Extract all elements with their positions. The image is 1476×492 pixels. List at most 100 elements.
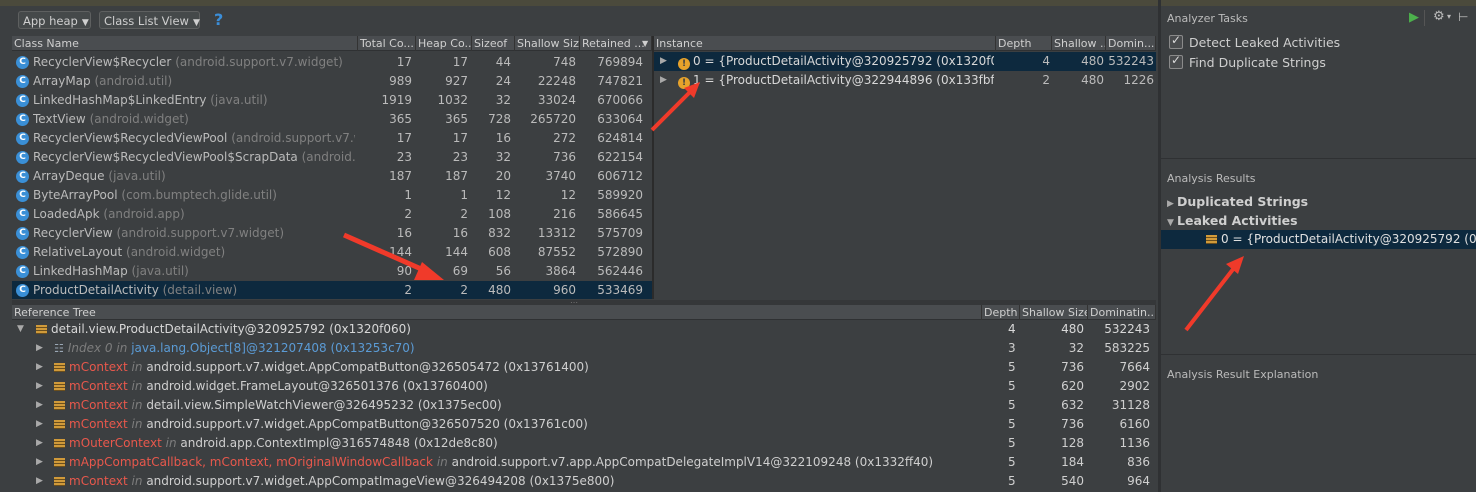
collapsed-arrow-icon[interactable]: ▶ xyxy=(36,396,46,415)
reference-field: mOuterContext xyxy=(69,436,162,450)
cell-sizeof: 480 xyxy=(488,283,511,297)
collapsed-arrow-icon[interactable]: ▶ xyxy=(36,415,46,434)
class-row[interactable]: C RecyclerView$RecycledViewPool$ScrapData… xyxy=(12,148,652,167)
class-row[interactable]: C RecyclerView$Recycler (android.support.… xyxy=(12,53,652,72)
class-row[interactable]: C RecyclerView$RecycledViewPool (android.… xyxy=(12,129,652,148)
collapsed-arrow-icon[interactable]: ▶ xyxy=(36,377,46,396)
reference-row[interactable]: ▶ mContext in detail.view.SimpleWatchView… xyxy=(12,396,1156,415)
cell-shallow: 3864 xyxy=(545,264,576,278)
class-row[interactable]: C RecyclerView (android.support.v7.widget… xyxy=(12,224,652,243)
cell-retained: 633064 xyxy=(597,112,643,126)
class-table: C RecyclerView$Recycler (android.support.… xyxy=(12,51,652,299)
cell-retained: 572890 xyxy=(597,245,643,259)
class-row[interactable]: C LoadedApk (android.app) 2 2 108 216 586645 xyxy=(12,205,652,224)
cell-dominating: 2902 xyxy=(1119,379,1150,393)
reference-root-row[interactable]: ▼ detail.view.ProductDetailActivity@32092… xyxy=(12,320,1156,339)
reference-row[interactable]: ▶ mContext in android.support.v7.widget.A… xyxy=(12,358,1156,377)
reference-row[interactable]: ▶ ☷ Index 0 in java.lang.Object[8]@3212074… xyxy=(12,339,1156,358)
class-row[interactable]: C ByteArrayPool (com.bumptech.glide.util)… xyxy=(12,186,652,205)
reference-row[interactable]: ▶ mContext in android.support.v7.widget.A… xyxy=(12,415,1156,434)
object-icon xyxy=(54,477,65,486)
reference-row[interactable]: ▶ mOuterContext in android.app.ContextImp… xyxy=(12,434,1156,453)
help-icon[interactable]: ? xyxy=(214,10,223,29)
collapsed-arrow-icon[interactable]: ▶ xyxy=(660,52,670,71)
heap-select[interactable]: App heap ▼ xyxy=(18,11,91,29)
cell-sizeof: 20 xyxy=(495,169,511,183)
task-find-duplicate-strings[interactable]: Find Duplicate Strings xyxy=(1169,53,1326,70)
expanded-arrow-icon: ▼ xyxy=(1167,218,1174,228)
cell-depth: 4 xyxy=(1042,54,1050,68)
class-name: ArrayMap xyxy=(33,74,91,88)
instance-row[interactable]: ▶! 0 = {ProductDetailActivity@320925792 (… xyxy=(654,52,1156,71)
task-detect-leaked-activities[interactable]: Detect Leaked Activities xyxy=(1169,33,1340,50)
result-label: Duplicated Strings xyxy=(1177,194,1309,209)
class-row[interactable]: C TextView (android.widget) 365 365 728 26572… xyxy=(12,110,652,129)
column-header: Shallow Size xyxy=(1022,305,1088,320)
class-row[interactable]: C ProductDetailActivity (detail.view) 2 2 48… xyxy=(12,281,652,299)
class-package: (java.util) xyxy=(108,169,166,183)
instance-row[interactable]: ▶! 1 = {ProductDetailActivity@322944896 (… xyxy=(654,71,1156,90)
toolbar-separator xyxy=(1424,10,1425,26)
collapsed-arrow-icon[interactable]: ▶ xyxy=(36,339,46,358)
cell-dominating: 1136 xyxy=(1119,436,1150,450)
hide-panel-icon[interactable]: ⊢ xyxy=(1458,10,1468,24)
reference-row[interactable]: ▶ mAppCompatCallback, mContext, mOriginal… xyxy=(12,453,1156,472)
cell-heap: 16 xyxy=(452,226,468,240)
reference-target: detail.view.SimpleWatchViewer@326495232 … xyxy=(146,398,502,412)
collapsed-arrow-icon[interactable]: ▶ xyxy=(36,358,46,377)
class-name-cell: ProductDetailActivity (detail.view) xyxy=(33,281,355,299)
cell-shallow: 265720 xyxy=(530,112,576,126)
reference-in: in xyxy=(131,398,143,412)
gear-icon[interactable]: ⚙ xyxy=(1433,9,1445,24)
root-label: detail.view.ProductDetailActivity@320925… xyxy=(51,322,411,336)
column-header: Instance xyxy=(654,36,996,51)
class-row[interactable]: C ArrayMap (android.util) 989 927 24 22248 747… xyxy=(12,72,652,91)
sort-arrow-icon[interactable]: ▼ xyxy=(642,36,648,51)
class-package: (com.bumptech.glide.util) xyxy=(121,188,277,202)
collapsed-arrow-icon[interactable]: ▶ xyxy=(36,472,46,491)
class-icon: C xyxy=(16,75,29,88)
reference-label-cell: mAppCompatCallback, mContext, mOriginalW… xyxy=(54,453,984,472)
class-name: RecyclerView xyxy=(33,226,113,240)
reference-row[interactable]: ▶ mContext in android.widget.FrameLayout@… xyxy=(12,377,1156,396)
reference-target: android.app.ContextImpl@316574848 (0x12d… xyxy=(180,436,498,450)
collapsed-arrow-icon[interactable]: ▶ xyxy=(660,71,670,90)
collapsed-arrow-icon[interactable]: ▶ xyxy=(36,453,46,472)
class-name-cell: LinkedHashMap (java.util) xyxy=(33,262,355,281)
class-name: RecyclerView$RecycledViewPool$ScrapData xyxy=(33,150,298,164)
class-name: ArrayDeque xyxy=(33,169,105,183)
cell-heap: 17 xyxy=(452,55,468,69)
cell-sizeof: 608 xyxy=(488,245,511,259)
cell-retained: 624814 xyxy=(597,131,643,145)
class-row[interactable]: C ArrayDeque (java.util) 187 187 20 3740 60671… xyxy=(12,167,652,186)
class-package: (android.support.v7.widget) xyxy=(175,55,343,69)
instance-table: ▶! 0 = {ProductDetailActivity@320925792 (… xyxy=(654,51,1156,299)
result-duplicated-strings[interactable]: ▶ Duplicated Strings xyxy=(1167,194,1308,209)
reference-field: mContext xyxy=(69,398,128,412)
cell-sizeof: 12 xyxy=(495,188,511,202)
expanded-arrow-icon[interactable]: ▼ xyxy=(17,320,27,339)
instance-table-header: Instance Depth Shallow ... Domin... xyxy=(654,36,1156,51)
leaked-activity-item[interactable]: 0 = {ProductDetailActivity@320925792 (0x xyxy=(1161,230,1476,249)
reference-row[interactable]: ▶ mContext in android.support.v7.widget.A… xyxy=(12,472,1156,491)
result-leaked-activities[interactable]: ▼ Leaked Activities xyxy=(1167,213,1298,228)
view-select[interactable]: Class List View ▼ xyxy=(99,11,200,29)
cell-total: 2 xyxy=(404,207,412,221)
cell-sizeof: 56 xyxy=(495,264,511,278)
cell-shallow: 620 xyxy=(1061,379,1084,393)
class-row[interactable]: C LinkedHashMap$LinkedEntry (java.util) 19… xyxy=(12,91,652,110)
class-icon: C xyxy=(16,246,29,259)
class-row[interactable]: C RelativeLayout (android.widget) 144 144 60… xyxy=(12,243,652,262)
object-icon xyxy=(54,363,65,372)
warning-icon: ! xyxy=(678,58,690,70)
warning-icon: ! xyxy=(678,77,690,89)
cell-total: 17 xyxy=(396,55,412,69)
cell-dominating: 836 xyxy=(1127,455,1150,469)
class-package: (android.support.v7.widget) xyxy=(116,226,285,240)
collapsed-arrow-icon[interactable]: ▶ xyxy=(36,434,46,453)
gear-dropdown-icon[interactable]: ▾ xyxy=(1447,12,1451,21)
cell-heap: 187 xyxy=(445,169,468,183)
run-icon[interactable]: ▶ xyxy=(1409,10,1419,25)
object-icon xyxy=(1206,235,1217,244)
class-row[interactable]: C LinkedHashMap (java.util) 90 69 56 3864 5624… xyxy=(12,262,652,281)
